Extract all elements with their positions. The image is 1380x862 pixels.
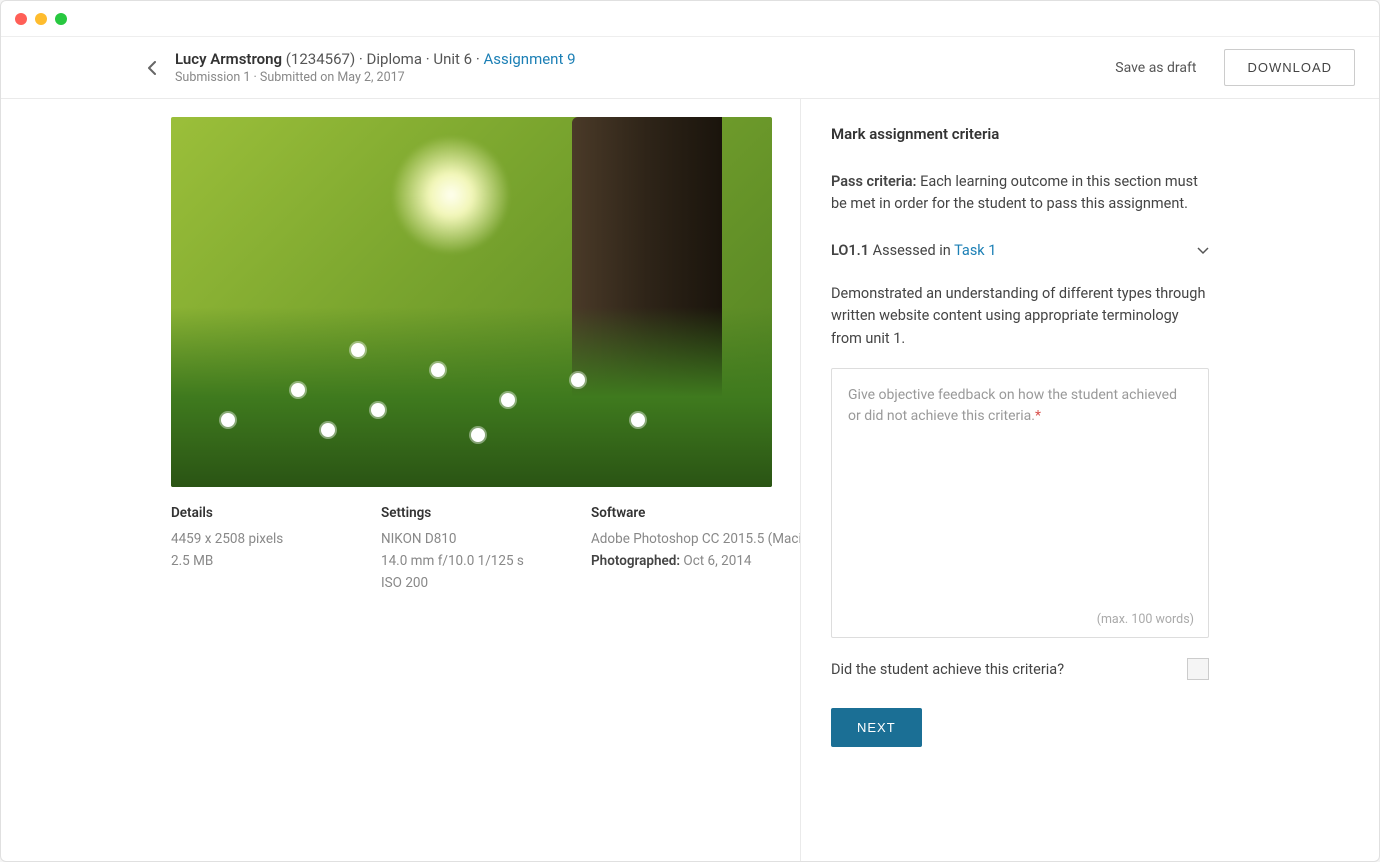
photographed-label: Photographed: xyxy=(591,553,680,569)
required-asterisk: * xyxy=(1035,408,1041,424)
content: Details 4459 x 2508 pixels 2.5 MB Settin… xyxy=(1,99,1379,861)
flower-icon xyxy=(371,403,385,417)
task-link[interactable]: Task 1 xyxy=(954,242,996,259)
window-minimize-icon[interactable] xyxy=(35,13,47,25)
breadcrumb-wrap: Lucy Armstrong (1234567) · Diploma · Uni… xyxy=(175,50,576,85)
image-dimensions: 4459 x 2508 pixels xyxy=(171,531,321,547)
flower-icon xyxy=(501,393,515,407)
meta-software: Software Adobe Photoshop CC 2015.5 (Maci… xyxy=(591,505,801,597)
feedback-textarea[interactable]: Give objective feedback on how the stude… xyxy=(831,368,1209,638)
achieve-checkbox[interactable] xyxy=(1187,658,1209,680)
app-window: Lucy Armstrong (1234567) · Diploma · Uni… xyxy=(0,0,1380,862)
unit-name: Unit 6 xyxy=(433,50,472,68)
lo-label: LO1.1 Assessed in Task 1 xyxy=(831,242,996,259)
criteria-title: Mark assignment criteria xyxy=(831,125,1209,143)
header-left: Lucy Armstrong (1234567) · Diploma · Uni… xyxy=(13,50,576,85)
grass xyxy=(171,307,772,487)
header-right: Save as draft DOWNLOAD xyxy=(1115,49,1355,86)
flower-icon xyxy=(291,383,305,397)
flower-icon xyxy=(351,343,365,357)
feedback-placeholder: Give objective feedback on how the stude… xyxy=(848,385,1192,427)
next-button[interactable]: NEXT xyxy=(831,708,922,747)
titlebar xyxy=(1,1,1379,37)
details-heading: Details xyxy=(171,505,321,521)
meta-details: Details 4459 x 2508 pixels 2.5 MB xyxy=(171,505,321,597)
image-filesize: 2.5 MB xyxy=(171,553,321,569)
iso-value: ISO 200 xyxy=(381,575,531,591)
flower-icon xyxy=(471,428,485,442)
lens-settings: 14.0 mm f/10.0 1/125 s xyxy=(381,553,531,569)
word-counter: (max. 100 words) xyxy=(1097,612,1194,627)
assignment-link[interactable]: Assignment 9 xyxy=(483,50,575,68)
camera-model: NIKON D810 xyxy=(381,531,531,547)
learning-outcome-row[interactable]: LO1.1 Assessed in Task 1 xyxy=(831,242,1209,259)
save-draft-link[interactable]: Save as draft xyxy=(1115,60,1196,76)
flower-icon xyxy=(571,373,585,387)
student-id: (1234567) xyxy=(286,50,355,68)
flower-icon xyxy=(431,363,445,377)
photo-date-row: Photographed: Oct 6, 2014 xyxy=(591,553,801,569)
photographed-date: Oct 6, 2014 xyxy=(680,553,751,569)
sun-icon xyxy=(391,135,511,255)
meta-settings: Settings NIKON D810 14.0 mm f/10.0 1/125… xyxy=(381,505,531,597)
settings-heading: Settings xyxy=(381,505,531,521)
student-name: Lucy Armstrong xyxy=(175,50,282,68)
flower-icon xyxy=(321,423,335,437)
submission-info: Submission 1 · Submitted on May 2, 2017 xyxy=(175,70,576,85)
pass-criteria-text: Pass criteria: Each learning outcome in … xyxy=(831,171,1209,216)
achieve-question: Did the student achieve this criteria? xyxy=(831,661,1064,678)
window-close-icon[interactable] xyxy=(15,13,27,25)
flower-icon xyxy=(631,413,645,427)
submission-image[interactable] xyxy=(171,117,772,487)
software-heading: Software xyxy=(591,505,801,521)
back-chevron-icon[interactable] xyxy=(143,59,161,77)
image-metadata: Details 4459 x 2508 pixels 2.5 MB Settin… xyxy=(171,505,772,597)
criteria-panel: Mark assignment criteria Pass criteria: … xyxy=(801,99,1379,861)
lo-id: LO1.1 xyxy=(831,242,869,259)
download-button[interactable]: DOWNLOAD xyxy=(1224,49,1355,86)
page-header: Lucy Armstrong (1234567) · Diploma · Uni… xyxy=(1,37,1379,99)
breadcrumb: Lucy Armstrong (1234567) · Diploma · Uni… xyxy=(175,50,576,68)
course-name: Diploma xyxy=(367,50,422,68)
achieve-row: Did the student achieve this criteria? xyxy=(831,658,1209,680)
window-zoom-icon[interactable] xyxy=(55,13,67,25)
pass-label: Pass criteria: xyxy=(831,173,916,190)
lo-description: Demonstrated an understanding of differe… xyxy=(831,283,1209,350)
chevron-down-icon[interactable] xyxy=(1197,242,1209,259)
software-name: Adobe Photoshop CC 2015.5 (Macintosh) xyxy=(591,531,801,547)
flower-icon xyxy=(221,413,235,427)
submission-panel: Details 4459 x 2508 pixels 2.5 MB Settin… xyxy=(1,99,801,861)
